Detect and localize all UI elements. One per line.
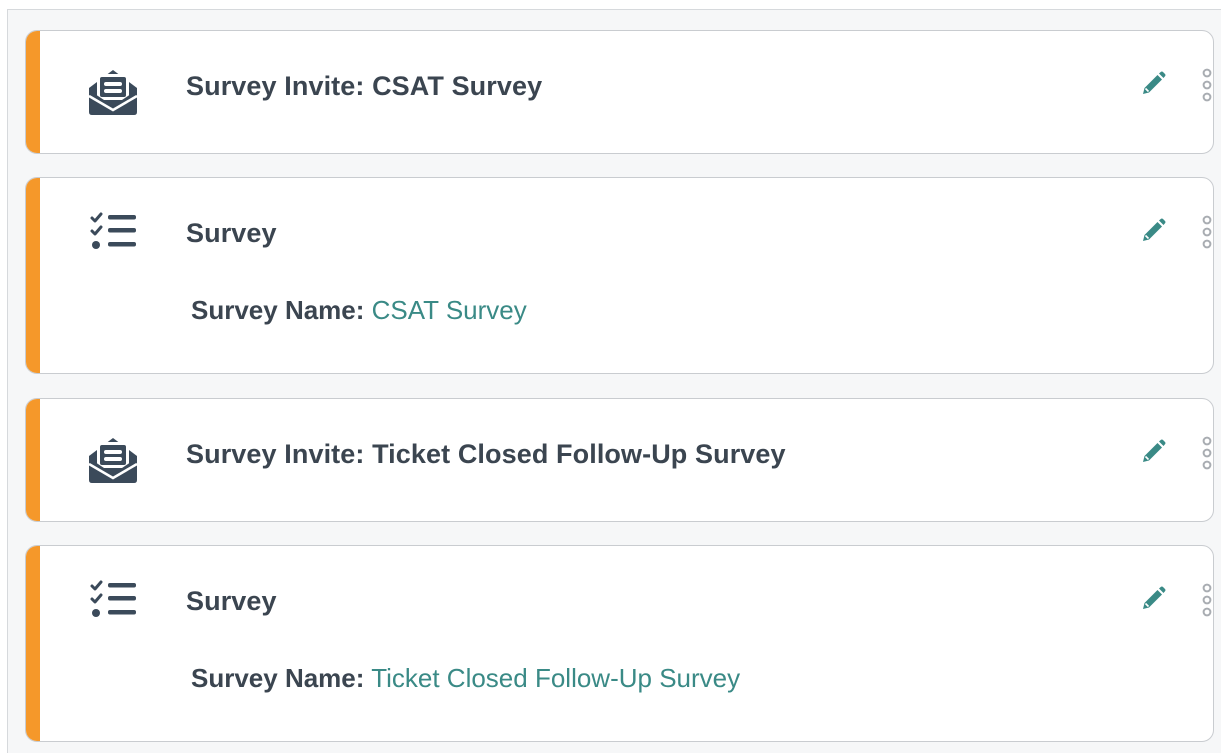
tasks-checklist-icon	[84, 574, 142, 626]
survey-name-label: Survey Name:	[191, 295, 365, 325]
more-options-icon[interactable]	[1194, 65, 1213, 105]
edit-pencil-icon[interactable]	[1138, 437, 1168, 467]
step-card-survey-invite[interactable]: Survey Invite: Ticket Closed Follow-Up S…	[25, 398, 1214, 522]
step-card-survey[interactable]: Survey Survey Name: Ticket Closed Follow…	[25, 545, 1214, 742]
survey-name-detail: Survey Name: CSAT Survey	[191, 295, 527, 326]
edit-pencil-icon[interactable]	[1138, 69, 1168, 99]
more-options-icon[interactable]	[1194, 580, 1213, 620]
edit-pencil-icon[interactable]	[1138, 584, 1168, 614]
survey-name-detail: Survey Name: Ticket Closed Follow-Up Sur…	[191, 663, 740, 694]
step-card-survey-invite[interactable]: Survey Invite: CSAT Survey	[25, 30, 1214, 154]
tasks-checklist-icon	[84, 206, 142, 258]
more-options-icon[interactable]	[1194, 433, 1213, 473]
envelope-open-text-icon	[84, 65, 142, 117]
step-card-survey[interactable]: Survey Survey Name: CSAT Survey	[25, 177, 1214, 374]
survey-name-value[interactable]: CSAT Survey	[372, 295, 527, 325]
more-options-icon[interactable]	[1194, 212, 1213, 252]
survey-name-value[interactable]: Ticket Closed Follow-Up Survey	[371, 663, 740, 693]
step-title: Survey	[186, 218, 277, 248]
survey-name-label: Survey Name:	[191, 663, 365, 693]
edit-pencil-icon[interactable]	[1138, 216, 1168, 246]
step-title: Survey Invite: CSAT Survey	[186, 71, 543, 101]
envelope-open-text-icon	[84, 433, 142, 485]
step-title: Survey Invite: Ticket Closed Follow-Up S…	[186, 439, 786, 469]
step-title: Survey	[186, 586, 277, 616]
